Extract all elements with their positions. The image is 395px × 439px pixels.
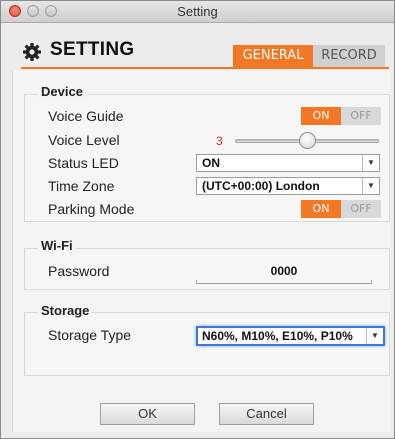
ok-button[interactable]: OK	[100, 403, 195, 425]
tab-underline	[21, 67, 389, 69]
title-bar[interactable]: Setting	[1, 1, 394, 23]
password-label: Password	[48, 263, 110, 279]
voice-guide-on[interactable]: ON	[301, 107, 341, 125]
window-title: Setting	[177, 4, 218, 19]
storage-type-select[interactable]: N60%, M10%, E10%, P10% ▼	[196, 326, 385, 346]
voice-guide-off[interactable]: OFF	[341, 107, 381, 125]
storage-type-value: N60%, M10%, E10%, P10%	[202, 329, 353, 343]
storage-type-label: Storage Type	[48, 327, 132, 343]
gear-icon	[23, 43, 41, 61]
chevron-down-icon[interactable]: ▼	[362, 178, 379, 194]
chevron-down-icon[interactable]: ▼	[362, 155, 379, 171]
wifi-group-title: Wi-Fi	[38, 238, 76, 253]
voice-level-slider-knob[interactable]	[299, 132, 316, 149]
device-group-title: Device	[38, 84, 86, 99]
parking-mode-label: Parking Mode	[48, 201, 135, 217]
time-zone-label: Time Zone	[48, 178, 115, 194]
voice-guide-label: Voice Guide	[48, 108, 124, 124]
tab-record[interactable]: RECORD	[313, 45, 385, 67]
parking-mode-off[interactable]: OFF	[341, 200, 381, 218]
cancel-button[interactable]: Cancel	[219, 403, 314, 425]
page-title: SETTING	[50, 39, 135, 60]
storage-group-title: Storage	[38, 303, 93, 318]
parking-mode-on[interactable]: ON	[301, 200, 341, 218]
chevron-down-icon[interactable]: ▼	[366, 328, 383, 344]
status-led-label: Status LED	[48, 155, 119, 171]
password-input-underline	[196, 280, 372, 284]
tab-general[interactable]: GENERAL	[233, 45, 313, 67]
voice-guide-toggle[interactable]: ON OFF	[301, 107, 381, 125]
password-input[interactable]: 0000	[196, 263, 372, 281]
status-led-select[interactable]: ON ▼	[196, 154, 380, 172]
parking-mode-toggle[interactable]: ON OFF	[301, 200, 381, 218]
voice-level-value: 3	[216, 134, 223, 148]
time-zone-value: (UTC+00:00) London	[202, 179, 320, 193]
voice-level-label: Voice Level	[48, 132, 120, 148]
status-led-value: ON	[202, 156, 220, 170]
time-zone-select[interactable]: (UTC+00:00) London ▼	[196, 177, 380, 195]
